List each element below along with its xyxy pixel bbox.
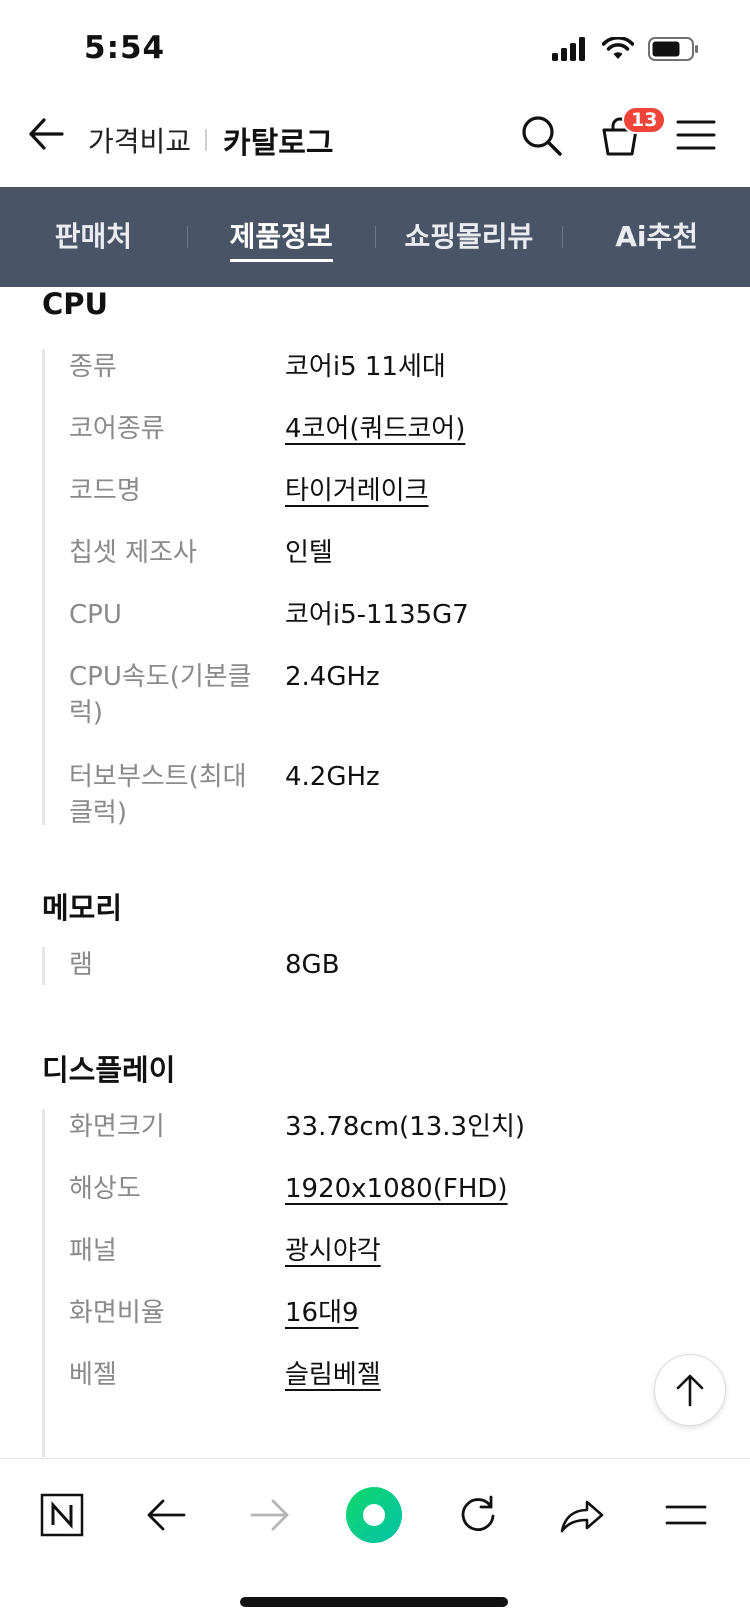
spec-value: 코어i5-1135G7 xyxy=(285,600,469,630)
status-time: 5:54 xyxy=(84,30,166,66)
brand-divider xyxy=(205,129,208,151)
spec-list: 화면크기 33.78cm(13.3인치) 해상도 1920x1080(FHD) … xyxy=(42,1109,702,1457)
spec-value-link[interactable]: 4코어(쿼드코어) xyxy=(285,411,465,447)
spec-key: 칩셋 제조사 xyxy=(69,538,197,568)
spec-key: 종류 xyxy=(69,352,117,382)
back-button[interactable] xyxy=(26,114,66,154)
cellular-signal-icon xyxy=(552,37,585,61)
home-indicator xyxy=(240,1597,508,1607)
hamburger-menu-icon xyxy=(676,120,716,150)
spec-content: CPU 종류 코어i5 11세대 코어종류 4코어(쿼드코어) 코드명 타이거레… xyxy=(0,287,750,1457)
brand[interactable]: 가격비교 카탈로그 xyxy=(88,118,333,162)
arrow-right-icon xyxy=(250,1499,289,1531)
browser-back-button[interactable] xyxy=(136,1485,196,1545)
tab-ai-recommend[interactable]: Ai추천 xyxy=(563,187,750,287)
menu-button[interactable] xyxy=(676,118,716,154)
spec-value-link[interactable]: 타이거레이크 xyxy=(285,473,429,509)
app-header: 가격비교 카탈로그 13 xyxy=(0,100,750,186)
wifi-icon xyxy=(602,37,634,59)
arrow-left-icon xyxy=(147,1499,186,1531)
spec-value-link[interactable]: 1920x1080(FHD) xyxy=(285,1171,508,1207)
green-dot-button[interactable] xyxy=(344,1485,404,1545)
status-icons xyxy=(552,36,700,62)
brand-title: 카탈로그 xyxy=(223,126,334,161)
hamburger-menu-icon xyxy=(665,1505,707,1525)
tab-label: Ai추천 xyxy=(615,220,699,253)
arrow-up-icon xyxy=(676,1374,704,1407)
spec-value-link[interactable]: 16대9 xyxy=(285,1295,359,1331)
tab-sellers[interactable]: 판매처 xyxy=(0,187,187,287)
spec-key: CPU xyxy=(69,600,122,630)
brand-subtitle: 가격비교 xyxy=(88,125,192,158)
spec-value: 4.2GHz xyxy=(285,762,380,792)
spec-value-link[interactable]: 광시야각 xyxy=(285,1233,381,1269)
search-icon xyxy=(522,116,562,156)
spec-list: 종류 코어i5 11세대 코어종류 4코어(쿼드코어) 코드명 타이거레이크 칩… xyxy=(42,349,702,828)
spec-list: 램 8GB xyxy=(42,947,702,985)
tab-label: 쇼핑몰리뷰 xyxy=(404,220,534,253)
spec-key: 패널 xyxy=(69,1236,117,1266)
spec-value: 2.4GHz xyxy=(285,662,380,692)
product-tabs: 판매처 제품정보 쇼핑몰리뷰 Ai추천 xyxy=(0,187,750,287)
spec-key: 터보부스트(최대클럭) xyxy=(69,762,247,828)
tab-product-info[interactable]: 제품정보 xyxy=(188,187,375,287)
spec-key: CPU속도(기본클럭) xyxy=(69,662,252,728)
spec-key: 코드명 xyxy=(69,476,141,506)
browser-menu-button[interactable] xyxy=(656,1485,716,1545)
tab-label: 판매처 xyxy=(54,220,133,253)
naver-home-button[interactable] xyxy=(32,1485,92,1545)
spec-value: 33.78cm(13.3인치) xyxy=(285,1112,526,1142)
reload-icon xyxy=(461,1495,495,1531)
spec-key: 코어종류 xyxy=(69,414,165,444)
section-title: 메모리 xyxy=(42,891,123,925)
battery-icon xyxy=(648,37,698,61)
spec-value: 코어i5 11세대 xyxy=(285,352,446,382)
share-icon xyxy=(560,1500,604,1533)
spec-key: 램 xyxy=(69,950,93,980)
browser-toolbar xyxy=(0,1458,750,1623)
tab-mall-reviews[interactable]: 쇼핑몰리뷰 xyxy=(376,187,563,287)
cart-count-badge: 13 xyxy=(622,106,667,134)
green-dot-icon xyxy=(346,1487,402,1543)
section-title: CPU xyxy=(42,287,109,321)
status-bar: 5:54 xyxy=(0,0,750,100)
reload-button[interactable] xyxy=(448,1485,508,1545)
section-title: 디스플레이 xyxy=(42,1053,176,1087)
spec-key: 베젤 xyxy=(69,1360,117,1390)
spec-value: 8GB xyxy=(285,950,340,980)
share-button[interactable] xyxy=(552,1485,612,1545)
spec-key: 해상도 xyxy=(69,1174,141,1204)
spec-value: 인텔 xyxy=(285,538,333,568)
spec-key: 화면크기 xyxy=(69,1112,165,1142)
arrow-left-icon xyxy=(29,118,64,150)
scroll-to-top-button[interactable] xyxy=(654,1354,726,1426)
search-button[interactable] xyxy=(520,114,564,158)
naver-n-icon xyxy=(40,1493,84,1537)
tab-label: 제품정보 xyxy=(229,220,333,262)
spec-key: 화면비율 xyxy=(69,1298,165,1328)
browser-forward-button[interactable] xyxy=(240,1485,300,1545)
spec-value-link[interactable]: 슬림베젤 xyxy=(285,1357,381,1393)
